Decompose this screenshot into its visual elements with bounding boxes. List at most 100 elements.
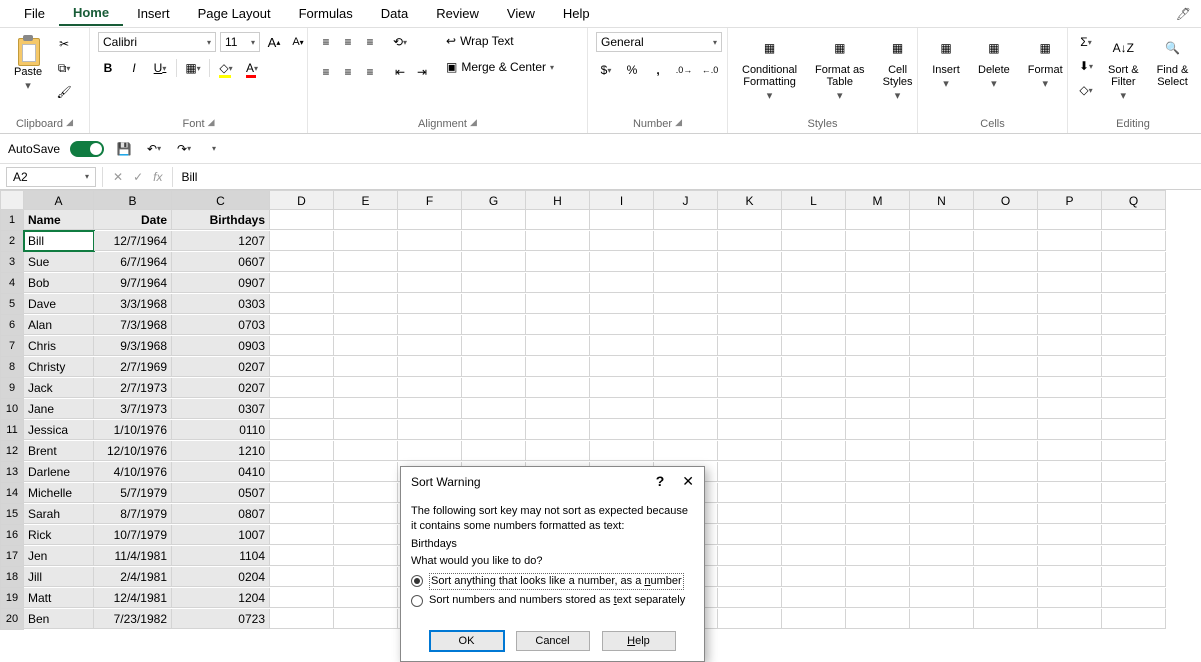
cell[interactable]: [398, 357, 462, 377]
fx-icon[interactable]: fx: [153, 170, 162, 184]
col-header-G[interactable]: G: [462, 190, 526, 210]
cell[interactable]: [1102, 357, 1166, 377]
cancel-button[interactable]: Cancel: [516, 631, 590, 651]
cell[interactable]: 2/7/1969: [94, 357, 172, 377]
cell[interactable]: [1102, 294, 1166, 314]
cell[interactable]: [718, 357, 782, 377]
col-header-A[interactable]: A: [24, 190, 94, 210]
decrease-decimal-icon[interactable]: ←.0: [700, 60, 720, 80]
cell[interactable]: 0703: [172, 315, 270, 335]
cell[interactable]: [718, 483, 782, 503]
cell[interactable]: [590, 294, 654, 314]
find-select-button[interactable]: 🔍 Find & Select: [1151, 32, 1195, 90]
cell[interactable]: [334, 567, 398, 587]
cell[interactable]: 1204: [172, 588, 270, 608]
save-icon[interactable]: 💾: [114, 139, 134, 159]
cell[interactable]: [1038, 441, 1102, 461]
cell[interactable]: [846, 315, 910, 335]
cell[interactable]: [1038, 399, 1102, 419]
cell[interactable]: [334, 420, 398, 440]
cell[interactable]: 0607: [172, 252, 270, 272]
cell[interactable]: [398, 441, 462, 461]
cell[interactable]: Bill: [24, 231, 94, 251]
cell[interactable]: 0807: [172, 504, 270, 524]
cell[interactable]: 5/7/1979: [94, 483, 172, 503]
cell[interactable]: [974, 315, 1038, 335]
cell[interactable]: [270, 210, 334, 230]
cell[interactable]: Jen: [24, 546, 94, 566]
cell[interactable]: [334, 588, 398, 608]
cell[interactable]: Rick: [24, 525, 94, 545]
cell[interactable]: [782, 252, 846, 272]
increase-indent-icon[interactable]: ⇥: [412, 62, 432, 82]
font-launcher-icon[interactable]: ◢: [208, 117, 215, 127]
cell[interactable]: [270, 525, 334, 545]
row-header[interactable]: 4: [0, 273, 24, 294]
fill-color-icon[interactable]: ◇▾: [216, 58, 236, 78]
cell[interactable]: [462, 273, 526, 293]
cell[interactable]: [910, 336, 974, 356]
cell[interactable]: 9/3/1968: [94, 336, 172, 356]
row-header[interactable]: 15: [0, 504, 24, 525]
number-launcher-icon[interactable]: ◢: [675, 117, 682, 127]
cell[interactable]: [910, 483, 974, 503]
cell[interactable]: 9/7/1964: [94, 273, 172, 293]
increase-font-icon[interactable]: A▴: [264, 32, 284, 52]
copy-icon[interactable]: ⧉▾: [54, 58, 74, 78]
cell[interactable]: [270, 273, 334, 293]
font-color-icon[interactable]: A▾: [242, 58, 262, 78]
autosum-icon[interactable]: Σ▾: [1076, 32, 1096, 52]
cell[interactable]: Jessica: [24, 420, 94, 440]
cell[interactable]: [846, 504, 910, 524]
cell[interactable]: [1102, 567, 1166, 587]
cell[interactable]: 8/7/1979: [94, 504, 172, 524]
cell[interactable]: [526, 315, 590, 335]
cell[interactable]: Christy: [24, 357, 94, 377]
tab-file[interactable]: File: [10, 2, 59, 25]
cell[interactable]: 1207: [172, 231, 270, 251]
cell[interactable]: [910, 231, 974, 251]
cell[interactable]: Matt: [24, 588, 94, 608]
tab-insert[interactable]: Insert: [123, 2, 184, 25]
cell[interactable]: [782, 336, 846, 356]
cell[interactable]: 0303: [172, 294, 270, 314]
cell[interactable]: [974, 441, 1038, 461]
cell[interactable]: [1102, 441, 1166, 461]
cell[interactable]: [1038, 609, 1102, 629]
cell[interactable]: [846, 609, 910, 629]
cell[interactable]: [846, 483, 910, 503]
cell[interactable]: [718, 525, 782, 545]
cell[interactable]: [462, 210, 526, 230]
cell[interactable]: [910, 420, 974, 440]
cell[interactable]: [1102, 462, 1166, 482]
bold-button[interactable]: B: [98, 58, 118, 78]
cell[interactable]: [526, 210, 590, 230]
undo-icon[interactable]: ↶▾: [144, 139, 164, 159]
cell[interactable]: [462, 441, 526, 461]
cell[interactable]: [334, 315, 398, 335]
cell[interactable]: [398, 252, 462, 272]
increase-decimal-icon[interactable]: .0→: [674, 60, 694, 80]
cell[interactable]: [1102, 231, 1166, 251]
cell[interactable]: [654, 252, 718, 272]
cell[interactable]: [846, 336, 910, 356]
cell[interactable]: [1038, 294, 1102, 314]
col-header-P[interactable]: P: [1038, 190, 1102, 210]
cell[interactable]: [974, 231, 1038, 251]
cell[interactable]: [910, 357, 974, 377]
cell[interactable]: Ben: [24, 609, 94, 629]
cell[interactable]: [654, 231, 718, 251]
cell[interactable]: [910, 567, 974, 587]
tab-home[interactable]: Home: [59, 1, 123, 26]
cell[interactable]: [334, 273, 398, 293]
cell[interactable]: [846, 273, 910, 293]
cell[interactable]: [846, 567, 910, 587]
cell[interactable]: [1038, 273, 1102, 293]
cell[interactable]: [270, 546, 334, 566]
cell[interactable]: [462, 294, 526, 314]
cell[interactable]: 11/4/1981: [94, 546, 172, 566]
cell[interactable]: [718, 210, 782, 230]
cell[interactable]: [1102, 504, 1166, 524]
row-header[interactable]: 20: [0, 609, 24, 630]
cell[interactable]: [782, 609, 846, 629]
